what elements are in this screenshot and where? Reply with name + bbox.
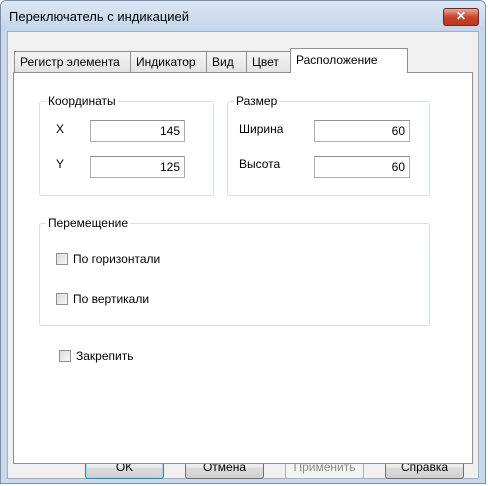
x-coordinate-input[interactable]: 145 — [90, 120, 185, 142]
height-input[interactable]: 60 — [314, 156, 410, 178]
coordinates-group-title: Координаты — [46, 94, 118, 108]
checkbox-box[interactable] — [56, 293, 68, 305]
close-button[interactable]: ✕ — [443, 8, 479, 26]
checkbox-box[interactable] — [59, 350, 71, 362]
tab-label: Регистр элемента — [20, 55, 120, 69]
width-input[interactable]: 60 — [314, 120, 410, 142]
title-bar[interactable]: Переключатель с индикацией ✕ — [1, 1, 485, 31]
y-label: Y — [56, 157, 65, 171]
coordinates-group: Координаты X 145 Y 125 — [39, 94, 214, 196]
tab-panel-position: Координаты X 145 Y 125 Размер Ширина 60 … — [13, 72, 473, 464]
checkbox-box[interactable] — [56, 253, 68, 265]
height-label: Высота — [239, 157, 281, 171]
dialog-client-area: Регистр элемента Индикатор Вид Цвет Расп… — [7, 31, 479, 479]
pin-checkbox[interactable]: Закрепить — [59, 349, 159, 365]
horizontal-move-label: По горизонтали — [73, 252, 161, 266]
tab-label: Цвет — [252, 55, 279, 69]
horizontal-move-checkbox[interactable]: По горизонтали — [56, 252, 186, 268]
tab-indicator[interactable]: Индикатор — [130, 51, 207, 72]
size-group-title: Размер — [234, 94, 280, 108]
vertical-move-checkbox[interactable]: По вертикали — [56, 292, 176, 308]
x-label: X — [56, 122, 65, 136]
size-group: Размер Ширина 60 Высота 60 — [227, 94, 430, 196]
y-coordinate-input[interactable]: 125 — [90, 156, 185, 178]
width-label: Ширина — [239, 122, 284, 136]
tab-color[interactable]: Цвет — [246, 51, 291, 72]
dialog-window: Переключатель с индикацией ✕ Регистр эле… — [0, 0, 486, 484]
tab-register[interactable]: Регистр элемента — [14, 51, 131, 72]
vertical-move-label: По вертикали — [73, 292, 150, 306]
tab-label: Расположение — [296, 53, 378, 67]
pin-label: Закрепить — [76, 349, 134, 363]
movement-group-title: Перемещение — [46, 216, 130, 230]
movement-group: Перемещение По горизонтали По вертикали — [39, 216, 430, 326]
tab-label: Вид — [212, 55, 234, 69]
tab-view[interactable]: Вид — [206, 51, 247, 72]
tab-label: Индикатор — [136, 55, 196, 69]
tab-position[interactable]: Расположение — [290, 48, 408, 73]
close-icon: ✕ — [455, 9, 467, 23]
window-title: Переключатель с индикацией — [9, 9, 190, 24]
